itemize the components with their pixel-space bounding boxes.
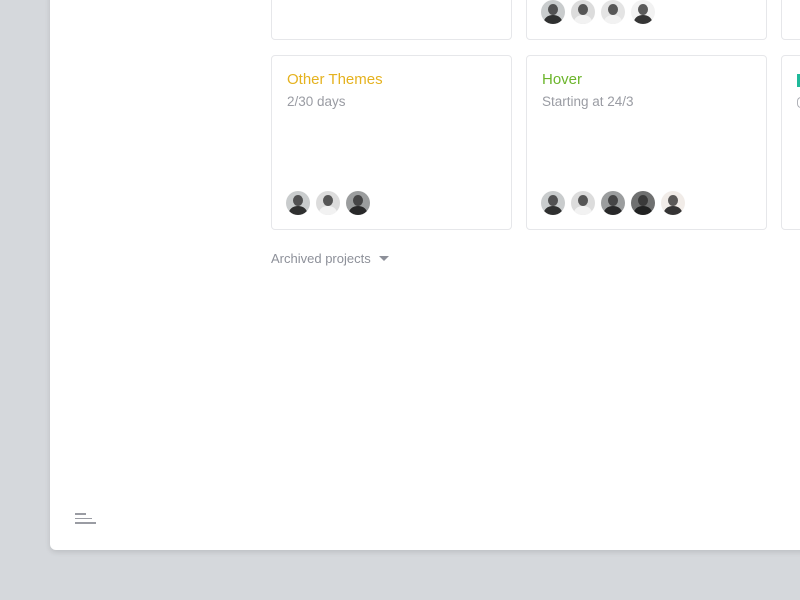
avatar [661, 191, 685, 215]
avatar [571, 191, 595, 215]
avatar [631, 0, 655, 24]
avatar [631, 191, 655, 215]
project-subtitle: 2/30 days [287, 94, 346, 109]
caret-down-icon [378, 256, 389, 261]
project-title[interactable]: Other Themes [287, 71, 383, 88]
project-card-other-themes[interactable]: Other Themes 2/30 days [271, 55, 512, 230]
project-card[interactable] [781, 55, 800, 230]
project-card[interactable] [271, 0, 512, 40]
avatar [571, 0, 595, 24]
avatar-group [541, 191, 685, 215]
archived-projects-label: Archived projects [271, 251, 371, 266]
project-title[interactable]: Hover [542, 71, 582, 88]
project-subtitle: Starting at 24/3 [542, 94, 634, 109]
avatar [601, 0, 625, 24]
avatar [541, 0, 565, 24]
app-window: Other Themes 2/30 days Hover Starting at… [50, 0, 800, 550]
avatar [316, 191, 340, 215]
avatar-group [286, 191, 370, 215]
project-card[interactable] [526, 0, 767, 40]
avatar [601, 191, 625, 215]
project-card-hover[interactable]: Hover Starting at 24/3 [526, 55, 767, 230]
avatar [286, 191, 310, 215]
avatar [541, 191, 565, 215]
avatar [346, 191, 370, 215]
project-card[interactable] [781, 0, 800, 40]
archived-projects-toggle[interactable]: Archived projects [271, 251, 389, 266]
avatar-group [541, 0, 655, 24]
menu-icon[interactable] [75, 513, 96, 527]
